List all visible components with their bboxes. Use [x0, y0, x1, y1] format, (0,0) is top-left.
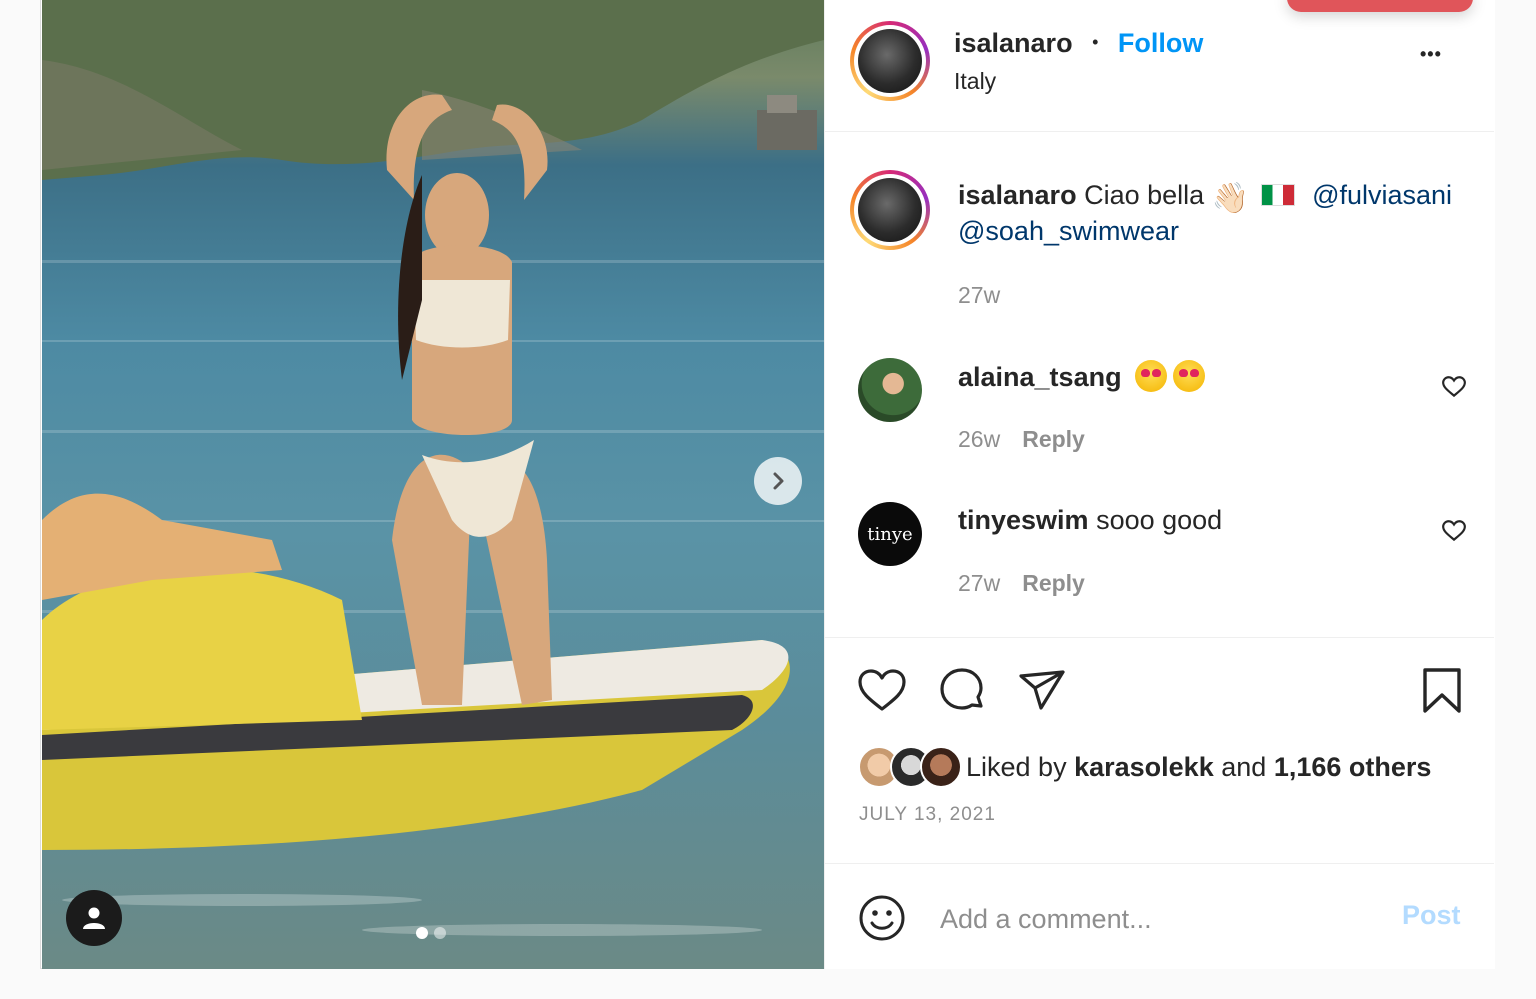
likes-and: and — [1221, 752, 1267, 782]
comment-icon[interactable] — [937, 666, 987, 716]
post-location[interactable]: Italy — [954, 68, 996, 95]
liker-username[interactable]: karasolekk — [1074, 752, 1214, 782]
comment-1-line: alaina_tsang — [958, 360, 1206, 393]
wave-emoji: 👋🏻 — [1211, 182, 1250, 215]
commenter-avatar-alaina[interactable] — [858, 358, 922, 422]
tagged-users-button[interactable] — [66, 890, 122, 946]
liked-by-avatars[interactable] — [858, 746, 962, 788]
carousel-dot-active — [416, 927, 428, 939]
follow-button[interactable]: Follow — [1118, 28, 1203, 58]
separator: • — [1092, 32, 1099, 52]
heart-eyes-emoji — [1173, 360, 1206, 392]
comment-author[interactable]: tinyeswim — [958, 505, 1089, 535]
carousel-indicator — [416, 927, 446, 939]
commenter-avatar-tinyeswim[interactable]: tinye — [858, 502, 922, 566]
bookmark-icon[interactable] — [1417, 666, 1467, 716]
caption-time[interactable]: 27w — [958, 282, 1000, 309]
more-options-icon[interactable]: ••• — [1420, 44, 1442, 65]
comment-input[interactable] — [938, 898, 1382, 940]
mention-fulviasani[interactable]: @fulviasani — [1312, 180, 1452, 210]
italy-flag-icon — [1260, 184, 1295, 206]
liker-avatar — [920, 746, 962, 788]
heart-eyes-emoji — [1135, 360, 1168, 392]
next-image-button[interactable] — [754, 457, 802, 505]
comment-time[interactable]: 26w — [958, 426, 1000, 452]
post-photo[interactable] — [42, 0, 824, 969]
mention-soah-swimwear[interactable]: @soah_swimwear — [958, 216, 1179, 247]
author-username[interactable]: isalanaro — [954, 28, 1073, 58]
like-comment-heart-icon[interactable] — [1441, 374, 1467, 400]
caption-author[interactable]: isalanaro — [958, 180, 1077, 210]
caption-avatar-image — [858, 178, 922, 242]
like-comment-heart-icon[interactable] — [1441, 518, 1467, 544]
post-date[interactable]: JULY 13, 2021 — [859, 804, 996, 826]
caption-line-1: isalanaro Ciao bella 👋🏻 @fulviasani — [958, 180, 1452, 216]
divider — [824, 637, 1494, 638]
reply-button[interactable]: Reply — [1022, 570, 1085, 596]
header-line: isalanaro • Follow — [954, 28, 1203, 59]
likes-summary[interactable]: Liked by karasolekk and 1,166 others — [966, 752, 1431, 783]
likes-others-count[interactable]: 1,166 others — [1274, 752, 1432, 782]
avatar-logo-text: tinye — [867, 523, 913, 545]
comment-1-meta: 26w Reply — [958, 426, 1085, 453]
chevron-right-icon — [773, 472, 784, 490]
author-avatar[interactable] — [850, 21, 930, 101]
caption-text: Ciao bella — [1084, 180, 1205, 210]
reply-button[interactable]: Reply — [1022, 426, 1085, 452]
comment-author[interactable]: alaina_tsang — [958, 362, 1122, 392]
carousel-dot — [434, 927, 446, 939]
comment-time[interactable]: 27w — [958, 570, 1000, 596]
comment-2-meta: 27w Reply — [958, 570, 1085, 597]
share-icon[interactable] — [1017, 666, 1067, 716]
user-icon — [83, 907, 105, 929]
comment-text: sooo good — [1096, 505, 1223, 535]
author-avatar-image — [858, 29, 922, 93]
comment-2-line: tinyeswim sooo good — [958, 505, 1222, 536]
post-comment-button[interactable]: Post — [1402, 900, 1461, 931]
emoji-icon[interactable] — [857, 893, 907, 943]
caption-author-avatar[interactable] — [850, 170, 930, 250]
divider — [824, 863, 1494, 864]
photo-illustration — [42, 0, 824, 936]
likes-prefix: Liked by — [966, 752, 1067, 782]
like-heart-icon[interactable] — [857, 666, 907, 716]
